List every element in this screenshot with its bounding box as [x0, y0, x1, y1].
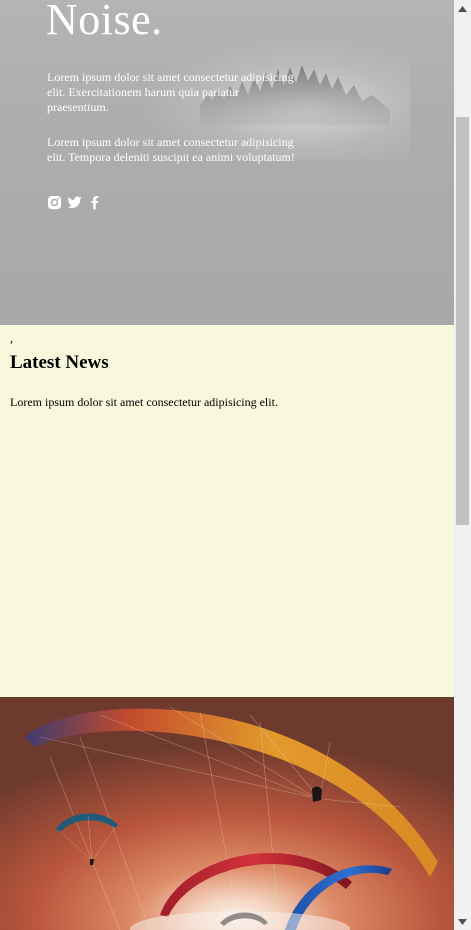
hero-title: Noise. — [46, 0, 163, 44]
news-text: Lorem ipsum dolor sit amet consectetur a… — [10, 395, 278, 409]
arrow-up-icon[interactable] — [454, 0, 471, 17]
social-links — [47, 195, 102, 210]
paragliders-photo — [0, 697, 454, 930]
stray-mark: , — [10, 331, 13, 345]
hero-paragraph-2: Lorem ipsum dolor sit amet consectetur a… — [47, 135, 295, 164]
paragliders-image — [0, 697, 454, 930]
arrow-down-icon[interactable] — [454, 913, 471, 930]
hero-section: Noise. Lorem ipsum dolor sit amet consec… — [0, 0, 454, 325]
hero-paragraph-1: Lorem ipsum dolor sit amet consectetur a… — [47, 70, 294, 114]
instagram-icon[interactable] — [47, 195, 62, 210]
twitter-icon[interactable] — [67, 195, 82, 210]
scrollbar-thumb[interactable] — [456, 117, 469, 525]
news-title: Latest News — [10, 352, 109, 373]
page-viewport: Noise. Lorem ipsum dolor sit amet consec… — [0, 0, 454, 930]
latest-news-section: , Latest News Lorem ipsum dolor sit amet… — [0, 325, 454, 697]
vertical-scrollbar[interactable] — [454, 0, 471, 930]
facebook-icon[interactable] — [87, 195, 102, 210]
